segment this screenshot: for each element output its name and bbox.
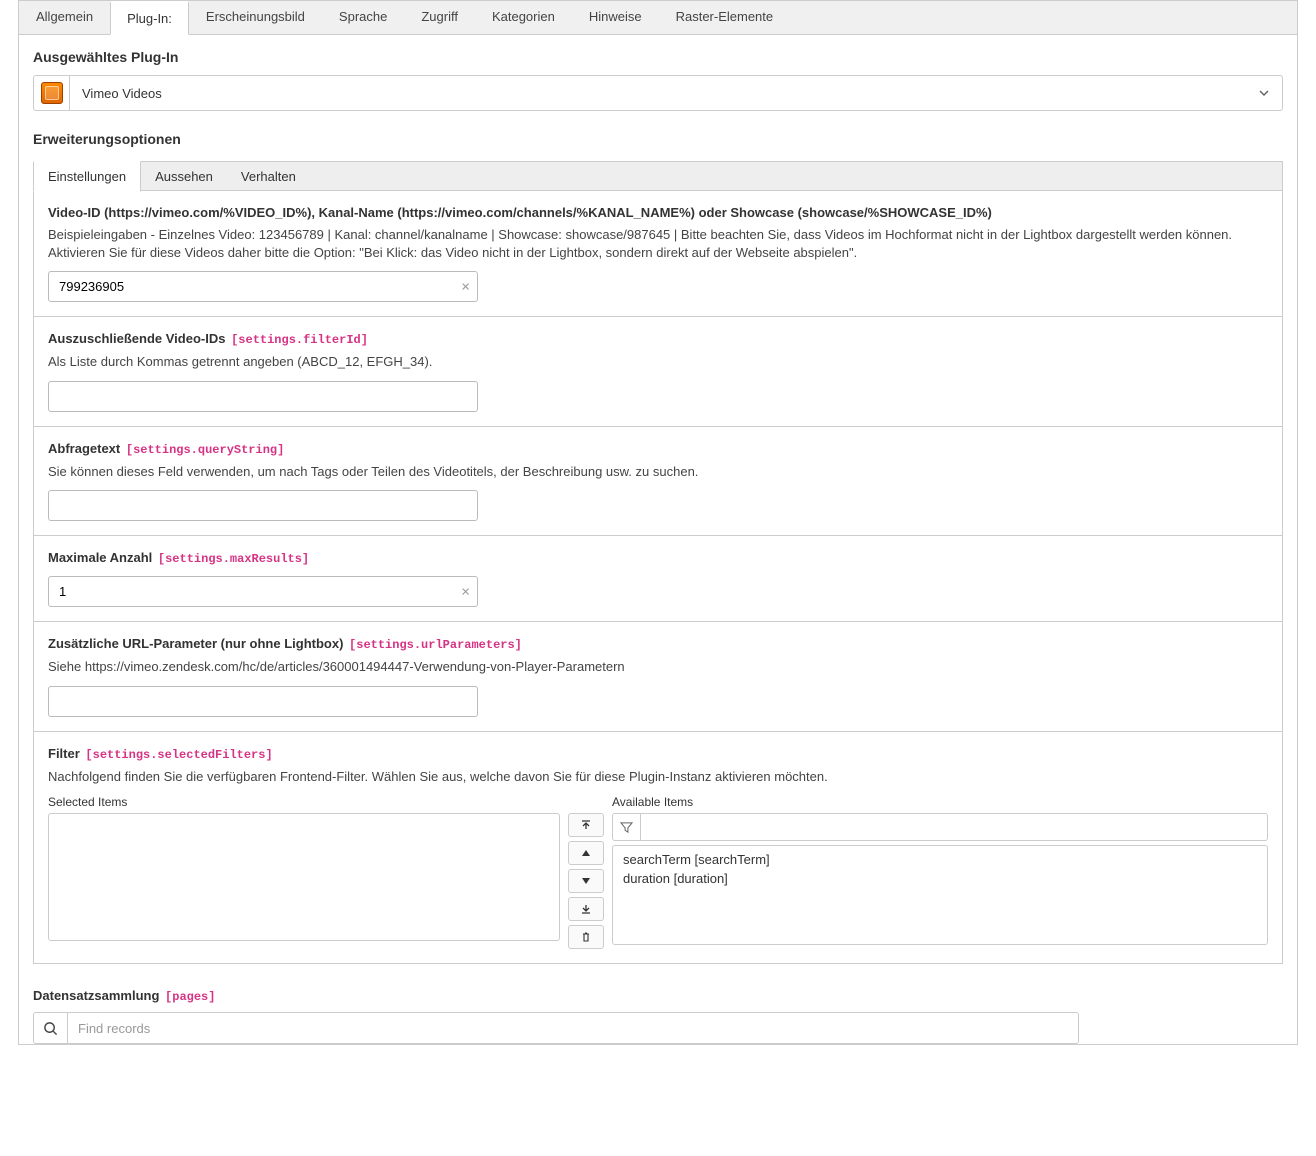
plugin-select-value: Vimeo Videos [70, 86, 1246, 101]
field-selected-filters: Filter [settings.selectedFilters] Nachfo… [33, 731, 1283, 965]
tab-erscheinungsbild[interactable]: Erscheinungsbild [189, 1, 322, 34]
field-query-string-key: [settings.queryString] [126, 443, 284, 457]
list-item[interactable]: searchTerm [searchTerm] [613, 850, 1267, 869]
subtab-einstellungen[interactable]: Einstellungen [33, 161, 141, 192]
move-up-button[interactable] [568, 841, 604, 865]
field-max-results: Maximale Anzahl [settings.maxResults] × [33, 535, 1283, 622]
tab-hinweise[interactable]: Hinweise [572, 1, 659, 34]
field-filter-id-title: Auszuschließende Video-IDs [48, 331, 225, 346]
clear-icon[interactable]: × [461, 278, 470, 295]
max-results-input[interactable] [48, 576, 478, 607]
filter-id-input[interactable] [48, 381, 478, 412]
tab-sprache[interactable]: Sprache [322, 1, 404, 34]
field-video-id-desc: Beispieleingaben - Einzelnes Video: 1234… [48, 226, 1268, 261]
field-url-parameters: Zusätzliche URL-Parameter (nur ohne Ligh… [33, 621, 1283, 732]
subtab-verhalten[interactable]: Verhalten [227, 162, 310, 191]
search-icon[interactable] [33, 1012, 67, 1044]
move-top-button[interactable] [568, 813, 604, 837]
video-id-input[interactable] [48, 271, 478, 302]
subtabs: Einstellungen Aussehen Verhalten [33, 161, 1283, 191]
field-max-results-key: [settings.maxResults] [158, 552, 309, 566]
field-url-parameters-desc: Siehe https://vimeo.zendesk.com/hc/de/ar… [48, 658, 1268, 676]
selected-items-listbox[interactable] [48, 813, 560, 941]
field-url-parameters-title: Zusätzliche URL-Parameter (nur ohne Ligh… [48, 636, 343, 651]
records-key: [pages] [165, 990, 215, 1004]
field-url-parameters-key: [settings.urlParameters] [349, 638, 522, 652]
records-search-input[interactable] [67, 1012, 1079, 1044]
list-item[interactable]: duration [duration] [613, 869, 1267, 888]
field-query-string: Abfragetext [settings.queryString] Sie k… [33, 426, 1283, 537]
field-selected-filters-title: Filter [48, 746, 80, 761]
clear-icon[interactable]: × [461, 583, 470, 600]
field-filter-id-key: [settings.filterId] [231, 333, 368, 347]
chevron-down-icon [1246, 87, 1282, 99]
selected-items-label: Selected Items [48, 795, 560, 809]
field-query-string-desc: Sie können dieses Feld verwenden, um nac… [48, 463, 1268, 481]
available-filter-input[interactable] [641, 820, 1267, 835]
field-query-string-title: Abfragetext [48, 441, 120, 456]
field-selected-filters-key: [settings.selectedFilters] [85, 748, 272, 762]
tab-allgemein[interactable]: Allgemein [19, 1, 110, 34]
delete-button[interactable] [568, 925, 604, 949]
move-bottom-button[interactable] [568, 897, 604, 921]
move-down-button[interactable] [568, 869, 604, 893]
records-title: Datensatzsammlung [33, 988, 159, 1003]
available-items-listbox[interactable]: searchTerm [searchTerm] duration [durati… [612, 845, 1268, 945]
filter-icon[interactable] [613, 814, 641, 840]
field-video-id-title: Video-ID (https://vimeo.com/%VIDEO_ID%),… [48, 205, 992, 220]
top-tabs: Allgemein Plug-In: Erscheinungsbild Spra… [18, 0, 1298, 35]
plugin-section-label: Ausgewähltes Plug-In [33, 49, 1283, 75]
url-parameters-input[interactable] [48, 686, 478, 717]
tab-kategorien[interactable]: Kategorien [475, 1, 572, 34]
field-filter-id: Auszuschließende Video-IDs [settings.fil… [33, 316, 1283, 427]
field-video-id: Video-ID (https://vimeo.com/%VIDEO_ID%),… [33, 190, 1283, 317]
query-string-input[interactable] [48, 490, 478, 521]
subtab-aussehen[interactable]: Aussehen [141, 162, 227, 191]
plugin-icon [34, 76, 70, 110]
plugin-select[interactable]: Vimeo Videos [33, 75, 1283, 111]
field-filter-id-desc: Als Liste durch Kommas getrennt angeben … [48, 353, 1268, 371]
extension-options-label: Erweiterungsoptionen [33, 131, 1283, 157]
available-items-label: Available Items [612, 795, 1268, 809]
tab-raster[interactable]: Raster-Elemente [659, 1, 791, 34]
tab-zugriff[interactable]: Zugriff [404, 1, 475, 34]
tab-plugin[interactable]: Plug-In: [110, 1, 189, 35]
field-max-results-title: Maximale Anzahl [48, 550, 152, 565]
field-selected-filters-desc: Nachfolgend finden Sie die verfügbaren F… [48, 768, 1268, 786]
